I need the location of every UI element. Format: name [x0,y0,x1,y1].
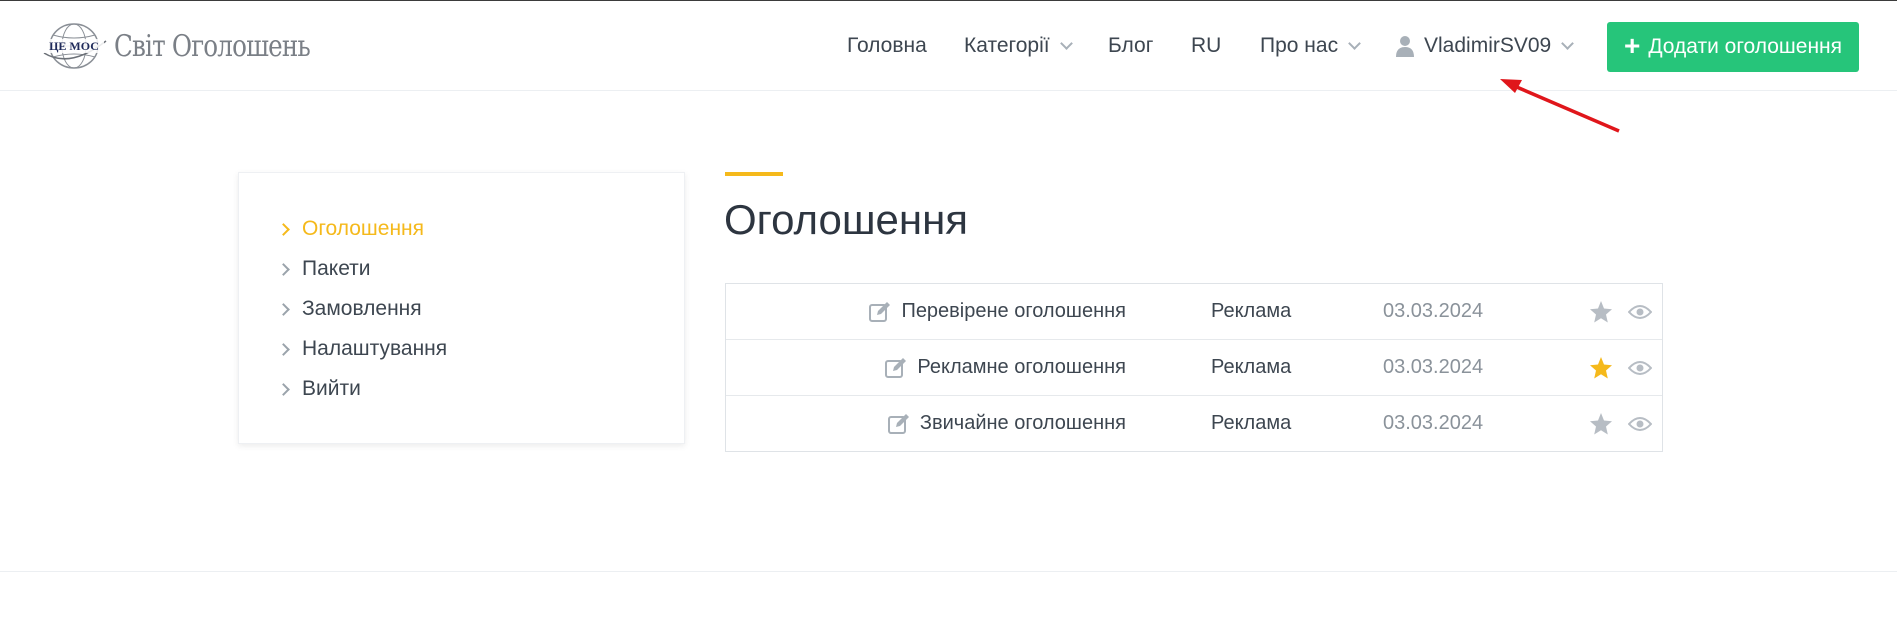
eye-icon[interactable] [1628,359,1652,377]
table-row: Перевірене оголошення Реклама 03.03.2024 [726,284,1662,340]
nav-blog[interactable]: Блог [1108,34,1153,58]
listing-date: 03.03.2024 [1383,356,1484,378]
star-icon[interactable] [1589,300,1613,324]
listing-title-link[interactable]: Рекламне оголошення [885,356,1126,379]
user-name: VladimirSV09 [1424,34,1552,57]
eye-icon[interactable] [1628,303,1652,321]
chevron-down-icon [1059,36,1073,50]
sidebar-item-logout[interactable]: Вийти [277,377,361,401]
listings-table: Перевірене оголошення Реклама 03.03.2024… [725,283,1663,452]
listing-title: Звичайне оголошення [919,412,1126,434]
sidebar-item-label: Налаштування [302,337,448,360]
listing-category: Реклама [1211,412,1292,434]
sidebar-item-orders[interactable]: Замовлення [277,297,422,321]
title-accent-bar [725,172,783,176]
sidebar-item-packages[interactable]: Пакети [277,257,371,281]
nav-about[interactable]: Про нас [1260,34,1361,58]
site-logo[interactable]: ЦЕ МОС Світ Оголошень [40,21,353,71]
sidebar-item-label: Оголошення [302,217,425,240]
listing-title-link[interactable]: Перевірене оголошення [869,300,1126,323]
nav-categories-label: Категорії [964,34,1050,57]
chevron-right-icon [277,382,290,396]
listing-title-link[interactable]: Звичайне оголошення [887,412,1126,435]
table-row: Звичайне оголошення Реклама 03.03.2024 [726,396,1662,452]
svg-text:ЦЕ МОС: ЦЕ МОС [49,39,99,53]
star-icon[interactable] [1589,412,1613,436]
listing-category: Реклама [1211,356,1292,378]
table-row: Рекламне оголошення Реклама 03.03.2024 [726,340,1662,396]
logo-text: Світ Оголошень [114,28,311,64]
chevron-right-icon [277,302,290,316]
listing-category: Реклама [1211,300,1292,322]
nav-language[interactable]: RU [1191,34,1221,58]
nav-home[interactable]: Головна [847,34,927,58]
header: ЦЕ МОС Світ Оголошень Головна Категорії … [0,0,1897,91]
eye-icon[interactable] [1628,415,1652,433]
user-icon [1396,36,1414,57]
footer-divider [0,571,1897,572]
sidebar-item-label: Замовлення [302,297,422,320]
page-title: Оголошення [724,196,969,243]
listing-title: Перевірене оголошення [901,300,1126,322]
listing-date: 03.03.2024 [1383,300,1484,322]
edit-icon [869,301,891,322]
add-listing-label: Додати оголошення [1648,35,1843,58]
chevron-right-icon [277,262,290,276]
plus-icon: + [1623,29,1641,61]
edit-icon [885,357,907,378]
globe-logo-icon: ЦЕ МОС [43,23,107,69]
sidebar-item-listings[interactable]: Оголошення [277,217,425,241]
sidebar-item-settings[interactable]: Налаштування [277,337,448,361]
chevron-right-icon [277,222,290,236]
star-icon[interactable] [1589,356,1613,380]
listing-date: 03.03.2024 [1383,412,1484,434]
account-sidebar: Оголошення Пакети Замовлення Налаштуванн… [238,172,685,444]
edit-icon [887,413,909,434]
sidebar-item-label: Пакети [302,257,371,280]
nav-language-label: RU [1191,34,1222,57]
nav-blog-label: Блог [1108,34,1154,57]
chevron-down-icon [1348,36,1361,50]
nav-about-label: Про нас [1260,34,1339,57]
add-listing-button[interactable]: + Додати оголошення [1607,22,1859,72]
chevron-down-icon [1561,36,1575,50]
nav-categories[interactable]: Категорії [964,34,1073,58]
nav-user-menu[interactable]: VladimirSV09 [1396,34,1575,58]
nav-home-label: Головна [847,34,927,57]
chevron-right-icon [277,342,290,356]
sidebar-item-label: Вийти [302,377,361,400]
listing-title: Рекламне оголошення [917,356,1126,378]
